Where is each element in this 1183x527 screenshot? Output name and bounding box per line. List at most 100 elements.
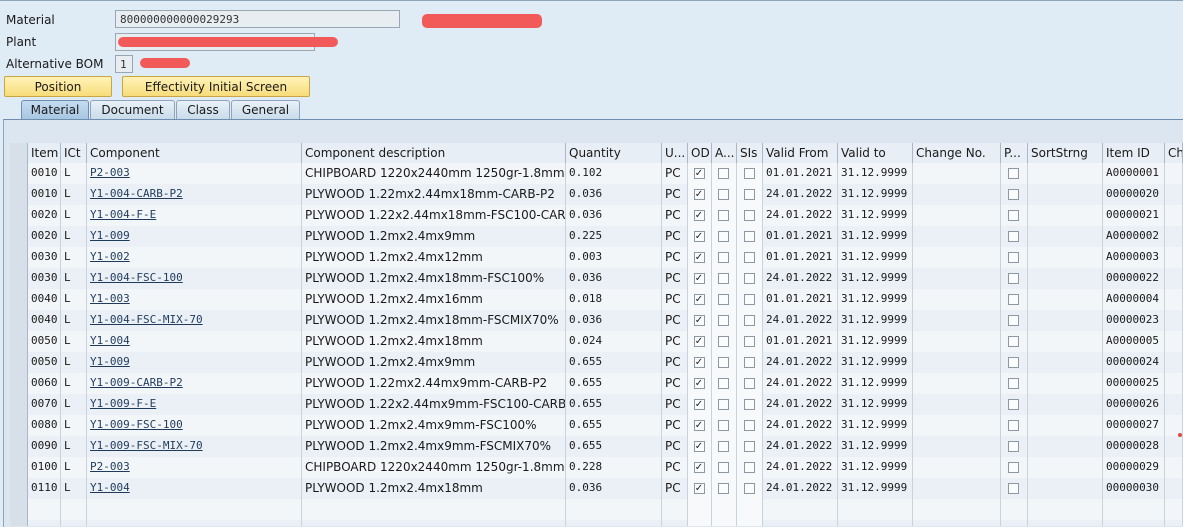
table-row[interactable]: 0100 L P2-003 CHIPBOARD 1220x2440mm 1250gr-… bbox=[10, 457, 1183, 479]
sis-checkbox[interactable] bbox=[743, 440, 755, 452]
empty-cell[interactable] bbox=[662, 520, 688, 526]
row-selector[interactable] bbox=[10, 226, 28, 247]
sis-checkbox[interactable] bbox=[743, 188, 755, 200]
row-selector[interactable] bbox=[10, 331, 28, 352]
table-row[interactable]: 0070 L Y1-009-F-E PLYWOOD 1.22x2.44mx9mm-FS… bbox=[10, 394, 1183, 416]
od-checkbox[interactable]: ✓ bbox=[693, 377, 705, 389]
table-row[interactable]: 0040 L Y1-003 PLYWOOD 1.2mx2.4mx16mm 0.018 PC… bbox=[10, 289, 1183, 311]
empty-cell[interactable] bbox=[1165, 499, 1183, 520]
p-checkbox[interactable] bbox=[1008, 230, 1019, 242]
od-checkbox[interactable]: ✓ bbox=[693, 314, 705, 326]
cell-component[interactable]: Y1-009-FSC-100 bbox=[87, 415, 302, 436]
table-row[interactable]: 0030 L Y1-004-FSC-100 PLYWOOD 1.2mx2.4mx18m… bbox=[10, 268, 1183, 290]
p-checkbox[interactable] bbox=[1008, 440, 1019, 452]
cell-component[interactable]: P2-003 bbox=[87, 163, 302, 184]
cell-component[interactable]: Y1-009 bbox=[87, 226, 302, 247]
a-checkbox[interactable] bbox=[718, 230, 729, 242]
table-row[interactable]: 0050 L Y1-004 PLYWOOD 1.2mx2.4mx18mm 0.024 PC… bbox=[10, 331, 1183, 353]
a-checkbox[interactable] bbox=[718, 377, 729, 389]
p-checkbox[interactable] bbox=[1008, 251, 1019, 263]
p-checkbox[interactable] bbox=[1008, 482, 1019, 494]
column-header-ict[interactable]: ICt bbox=[61, 143, 87, 163]
a-checkbox[interactable] bbox=[718, 398, 729, 410]
row-selector[interactable] bbox=[10, 163, 28, 184]
alternative-bom-field[interactable]: 1 bbox=[115, 55, 133, 73]
empty-cell[interactable] bbox=[87, 520, 302, 526]
table-row[interactable]: 0090 L Y1-009-FSC-MIX-70 PLYWOOD 1.2mx2.4mx… bbox=[10, 436, 1183, 458]
cell-component[interactable]: Y1-009-FSC-MIX-70 bbox=[87, 436, 302, 457]
row-selector[interactable] bbox=[10, 289, 28, 310]
empty-cell[interactable] bbox=[662, 499, 688, 520]
empty-cell[interactable] bbox=[1001, 520, 1028, 526]
empty-cell[interactable] bbox=[763, 499, 838, 520]
empty-cell[interactable] bbox=[10, 520, 28, 526]
od-checkbox[interactable]: ✓ bbox=[693, 335, 705, 347]
a-checkbox[interactable] bbox=[718, 461, 729, 473]
empty-cell[interactable] bbox=[913, 520, 1001, 526]
empty-cell[interactable] bbox=[712, 520, 737, 526]
cell-component[interactable]: Y1-004-FSC-100 bbox=[87, 268, 302, 289]
row-selector[interactable] bbox=[10, 478, 28, 499]
empty-cell[interactable] bbox=[913, 499, 1001, 520]
column-header-sortstrng[interactable]: SortStrng bbox=[1028, 143, 1103, 163]
column-header-component[interactable]: Component bbox=[87, 143, 302, 163]
a-checkbox[interactable] bbox=[718, 188, 729, 200]
p-checkbox[interactable] bbox=[1008, 209, 1019, 221]
empty-cell[interactable] bbox=[688, 499, 712, 520]
sis-checkbox[interactable] bbox=[743, 314, 755, 326]
empty-cell[interactable] bbox=[566, 520, 662, 526]
od-checkbox[interactable]: ✓ bbox=[693, 188, 705, 200]
a-checkbox[interactable] bbox=[718, 251, 729, 263]
position-button[interactable]: Position bbox=[4, 76, 112, 97]
od-checkbox[interactable]: ✓ bbox=[693, 293, 705, 305]
row-selector[interactable] bbox=[10, 205, 28, 226]
sis-checkbox[interactable] bbox=[743, 335, 755, 347]
cell-component[interactable]: Y1-004-F-E bbox=[87, 205, 302, 226]
column-header-od[interactable]: OD bbox=[688, 143, 712, 163]
tab-class[interactable]: Class bbox=[176, 100, 230, 119]
row-selector[interactable] bbox=[10, 373, 28, 394]
row-selector[interactable] bbox=[10, 352, 28, 373]
column-header-ch[interactable]: Ch bbox=[1165, 143, 1183, 163]
cell-component[interactable]: Y1-009-F-E bbox=[87, 394, 302, 415]
od-checkbox[interactable]: ✓ bbox=[693, 419, 705, 431]
column-header-valid-to[interactable]: Valid to bbox=[838, 143, 913, 163]
od-checkbox[interactable]: ✓ bbox=[693, 440, 705, 452]
sis-checkbox[interactable] bbox=[743, 209, 755, 221]
table-row[interactable]: 0010 L Y1-004-CARB-P2 PLYWOOD 1.22mx2.44mx1… bbox=[10, 184, 1183, 206]
p-checkbox[interactable] bbox=[1008, 356, 1019, 368]
p-checkbox[interactable] bbox=[1008, 461, 1019, 473]
p-checkbox[interactable] bbox=[1008, 419, 1019, 431]
table-row[interactable]: 0010 L P2-003 CHIPBOARD 1220x2440mm 1250gr-… bbox=[10, 163, 1183, 185]
cell-component[interactable]: Y1-009-CARB-P2 bbox=[87, 373, 302, 394]
sis-checkbox[interactable] bbox=[743, 251, 755, 263]
empty-cell[interactable] bbox=[302, 520, 566, 526]
od-checkbox[interactable]: ✓ bbox=[693, 167, 705, 179]
empty-cell[interactable] bbox=[1103, 520, 1165, 526]
material-field[interactable]: 800000000000029293 bbox=[115, 10, 400, 28]
table-row[interactable]: 0050 L Y1-009 PLYWOOD 1.2mx2.4mx9mm 0.655 PC ✓… bbox=[10, 352, 1183, 374]
row-selector[interactable] bbox=[10, 436, 28, 457]
sis-checkbox[interactable] bbox=[743, 356, 755, 368]
a-checkbox[interactable] bbox=[718, 167, 729, 179]
empty-cell[interactable] bbox=[1103, 499, 1165, 520]
sis-checkbox[interactable] bbox=[743, 482, 755, 494]
tab-general[interactable]: General bbox=[231, 100, 300, 119]
sis-checkbox[interactable] bbox=[743, 461, 755, 473]
sis-checkbox[interactable] bbox=[743, 167, 755, 179]
empty-cell[interactable] bbox=[28, 499, 61, 520]
table-row[interactable]: 0020 L Y1-009 PLYWOOD 1.2mx2.4mx9mm 0.225 PC ✓… bbox=[10, 226, 1183, 248]
sis-checkbox[interactable] bbox=[743, 293, 755, 305]
row-selector[interactable] bbox=[10, 457, 28, 478]
empty-cell[interactable] bbox=[712, 499, 737, 520]
p-checkbox[interactable] bbox=[1008, 314, 1019, 326]
p-checkbox[interactable] bbox=[1008, 293, 1019, 305]
row-selector[interactable] bbox=[10, 310, 28, 331]
column-header-sis[interactable]: SIs bbox=[737, 143, 763, 163]
p-checkbox[interactable] bbox=[1008, 188, 1019, 200]
cell-component[interactable]: Y1-004 bbox=[87, 478, 302, 499]
empty-cell[interactable] bbox=[61, 499, 87, 520]
od-checkbox[interactable]: ✓ bbox=[693, 461, 705, 473]
table-row[interactable]: 0110 L Y1-004 PLYWOOD 1.2mx2.4mx18mm 0.036 PC… bbox=[10, 478, 1183, 500]
a-checkbox[interactable] bbox=[718, 356, 729, 368]
